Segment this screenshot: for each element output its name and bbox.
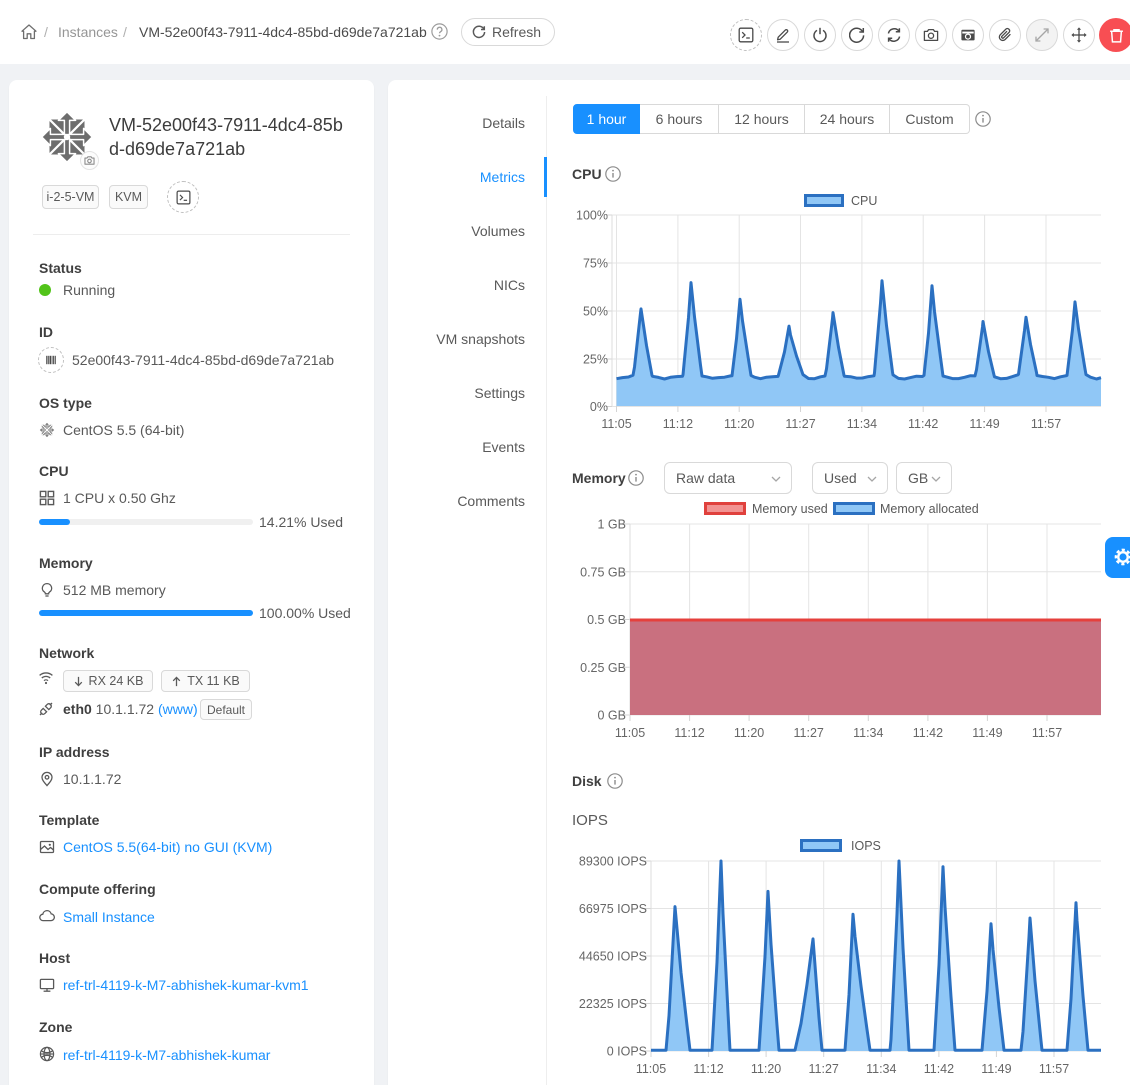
svg-text:25%: 25% (583, 353, 608, 367)
svg-text:22325 IOPS: 22325 IOPS (579, 997, 647, 1011)
svg-text:11:49: 11:49 (981, 1062, 1011, 1076)
svg-text:0.75 GB: 0.75 GB (580, 565, 626, 579)
svg-text:0.25 GB: 0.25 GB (580, 661, 626, 675)
svg-text:0 GB: 0 GB (598, 709, 627, 723)
svg-text:11:20: 11:20 (724, 417, 754, 431)
svg-text:11:20: 11:20 (734, 726, 764, 740)
svg-text:75%: 75% (583, 257, 608, 271)
svg-text:89300 IOPS: 89300 IOPS (579, 855, 647, 869)
svg-text:66975 IOPS: 66975 IOPS (579, 902, 647, 916)
svg-text:11:42: 11:42 (924, 1062, 954, 1076)
svg-text:1 GB: 1 GB (598, 518, 627, 532)
svg-text:11:20: 11:20 (751, 1062, 781, 1076)
svg-text:11:34: 11:34 (853, 726, 883, 740)
svg-text:11:42: 11:42 (908, 417, 938, 431)
svg-text:11:34: 11:34 (847, 417, 877, 431)
svg-text:11:05: 11:05 (601, 417, 631, 431)
svg-text:11:12: 11:12 (663, 417, 693, 431)
svg-text:11:34: 11:34 (866, 1062, 896, 1076)
svg-text:11:57: 11:57 (1032, 726, 1062, 740)
svg-text:11:12: 11:12 (674, 726, 704, 740)
svg-text:11:05: 11:05 (636, 1062, 666, 1076)
svg-text:50%: 50% (583, 305, 608, 319)
svg-text:11:42: 11:42 (913, 726, 943, 740)
svg-text:0 IOPS: 0 IOPS (607, 1045, 647, 1059)
svg-text:0%: 0% (590, 400, 608, 414)
svg-text:11:27: 11:27 (785, 417, 815, 431)
svg-text:11:49: 11:49 (969, 417, 999, 431)
svg-text:11:27: 11:27 (809, 1062, 839, 1076)
svg-text:11:05: 11:05 (615, 726, 645, 740)
svg-text:11:57: 11:57 (1039, 1062, 1069, 1076)
svg-text:11:12: 11:12 (693, 1062, 723, 1076)
svg-text:11:49: 11:49 (972, 726, 1002, 740)
svg-text:44650 IOPS: 44650 IOPS (579, 950, 647, 964)
svg-text:100%: 100% (576, 209, 608, 223)
svg-text:11:57: 11:57 (1031, 417, 1061, 431)
svg-text:0.5 GB: 0.5 GB (587, 613, 626, 627)
svg-text:11:27: 11:27 (794, 726, 824, 740)
